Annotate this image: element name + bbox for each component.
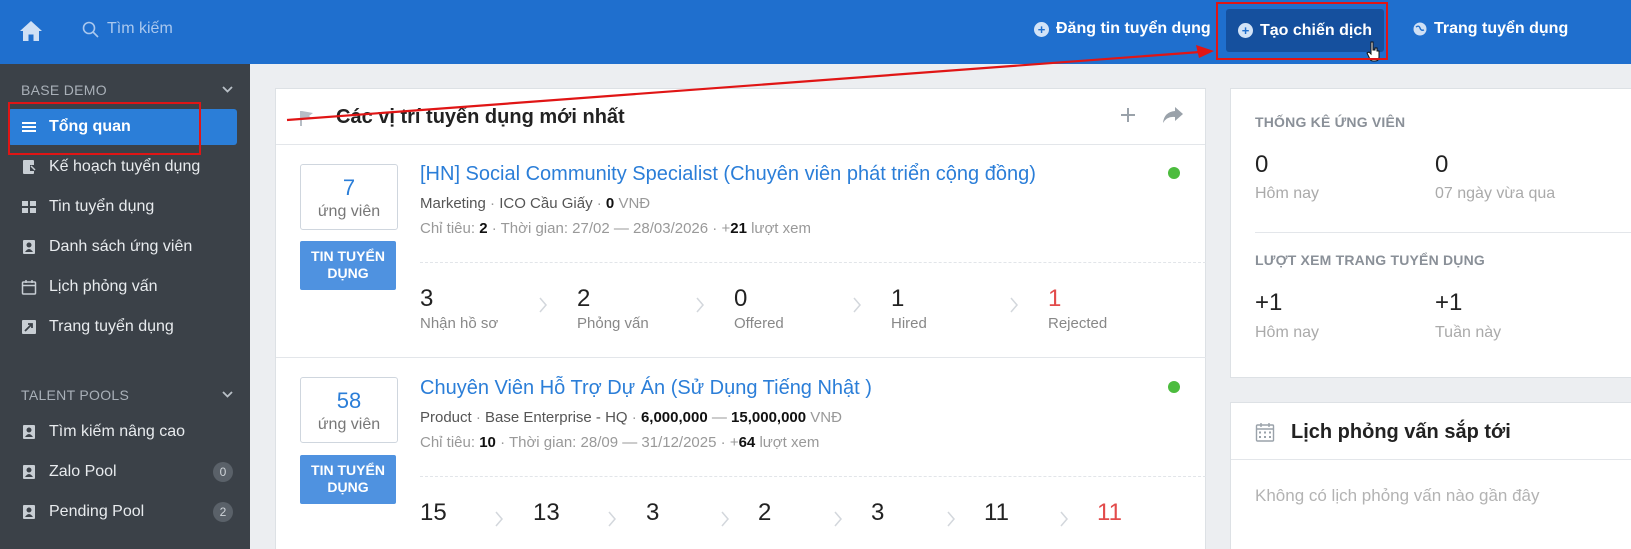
annotation-arrow-icon [286,45,1214,122]
